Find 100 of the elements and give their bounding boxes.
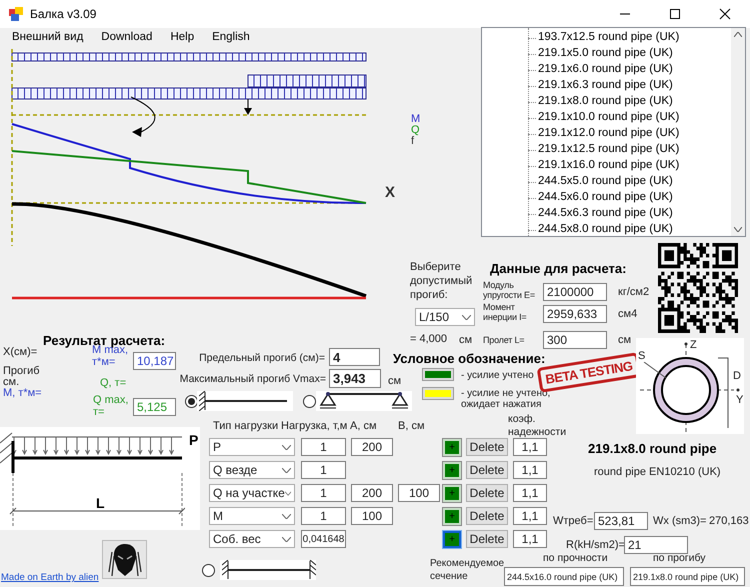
input-field[interactable]: 1 [301,461,346,479]
output-field: 5,125 [133,398,176,416]
input-field[interactable]: 2100000 [543,283,607,301]
unit-label: см [459,334,472,346]
credit-link[interactable]: Made on Earth by alien [1,572,99,583]
result-value: 270,163 [709,515,749,527]
result-label: Q max, т= [93,394,130,418]
qr-code-icon [658,243,738,333]
list-item[interactable]: 219.1x12.5 round pipe (UK) [538,143,680,155]
caret-icon [462,314,471,320]
caret-icon [282,444,291,450]
menu-item[interactable]: Внешний вид [6,31,90,43]
output-field: 244.5x16.0 round pipe (UK) [504,567,624,586]
deflection-select[interactable]: L/150 [415,308,475,326]
deflection-value: = 4,000 [410,333,448,345]
input-field[interactable]: 1,1 [513,530,547,548]
input-field[interactable]: 1,1 [513,438,547,456]
delete-button[interactable]: Delete [466,507,508,525]
list-item[interactable]: 219.1x5.0 round pipe (UK) [538,47,673,59]
axis-label: Y [736,394,744,406]
column-header: коэф. надежности [508,413,568,439]
menu-item[interactable]: Download [95,31,158,43]
input-field[interactable]: 100 [398,484,440,502]
input-field[interactable]: 1,1 [513,484,547,502]
list-item[interactable]: 219.1x8.0 round pipe (UK) [538,95,673,107]
result-label: Прогиб см. [3,366,41,388]
recommend-label: Рекомендуемое сечение [430,557,503,583]
menu-item[interactable]: English [206,31,256,43]
delete-button[interactable]: Delete [466,461,508,479]
input-field[interactable]: 1 [301,438,346,456]
input-field[interactable]: 1 [301,507,346,525]
list-item[interactable]: 219.1x6.0 round pipe (UK) [538,63,673,75]
input-field[interactable]: 200 [351,438,393,456]
radio-button[interactable] [303,395,316,408]
add-button[interactable]: + [443,462,461,479]
unit-label: кг/см2 [618,286,650,298]
add-button[interactable]: + [443,508,461,525]
input-field[interactable]: 1,1 [513,507,547,525]
list-item[interactable]: 219.1x12.0 round pipe (UK) [538,127,680,139]
column-header: А, см [350,420,377,432]
input-field[interactable]: 2959,633 [543,305,607,323]
section-standard: round pipe EN10210 (UK) [594,466,721,478]
axis-label: Z [690,339,697,351]
input-field[interactable]: 1 [301,484,346,502]
caret-icon [282,536,291,542]
load-type-select[interactable]: Q везде [209,461,295,479]
list-item[interactable]: 193.7x12.5 round pipe (UK) [538,31,680,43]
legend-label: M [411,113,420,125]
unit-label: см4 [618,308,638,320]
add-button[interactable]: + [443,531,461,548]
list-item[interactable]: 219.1x6.3 round pipe (UK) [538,79,673,91]
column-header: по прогибу [653,552,706,564]
field-label: Момент инерции I= [483,302,528,322]
fixed-beam-icon [222,560,316,580]
load-type-select[interactable]: P [209,438,295,456]
span-label: L [96,495,105,511]
list-item[interactable]: 219.1x10.0 round pipe (UK) [538,111,680,123]
maximize-icon[interactable] [669,8,681,20]
input-field[interactable]: 200 [351,484,393,502]
legend-label: Q [411,124,420,136]
load-type-select[interactable]: M [209,507,295,525]
radio-button[interactable] [202,564,215,577]
output-field: 3,943 [329,369,381,388]
list-item[interactable]: 219.1x16.0 round pipe (UK) [538,159,680,171]
section-title: Данные для расчета: [490,261,626,276]
load-type-select[interactable]: Соб. вес [209,530,295,548]
list-item[interactable]: 244.5x5.0 round pipe (UK) [538,175,673,187]
input-field[interactable]: 300 [543,331,607,349]
add-button[interactable]: + [443,485,461,502]
result-label: M, т*м= [3,387,42,399]
section-name: 219.1x8.0 round pipe [588,441,717,456]
input-field[interactable]: 0,041648 [301,530,346,548]
delete-button[interactable]: Delete [466,530,508,548]
delete-button[interactable]: Delete [466,484,508,502]
unit-label: см [388,375,402,387]
input-field[interactable]: 1,1 [513,461,547,479]
close-icon[interactable] [719,8,731,20]
list-item[interactable]: 244.5x6.0 round pipe (UK) [538,191,673,203]
output-field: 4 [329,348,380,366]
mask-icon [108,542,142,578]
input-field[interactable]: 100 [351,507,393,525]
add-button[interactable]: + [443,439,461,456]
force-label: P [189,432,198,448]
list-item[interactable]: 244.5x8.0 round pipe (UK) [538,223,673,235]
radio-button[interactable] [185,395,198,408]
output-field: 10,187 [133,352,176,370]
result-label: Q, т= [100,377,126,389]
caret-icon [284,490,291,496]
load-type-select[interactable]: Q на участке [209,484,295,502]
menu-item[interactable]: Help [164,31,200,43]
field-label: Модуль упругости E= [483,280,536,300]
list-item[interactable]: 244.5x6.3 round pipe (UK) [538,207,673,219]
scroll-up-icon [734,32,742,37]
column-header: по прочности [543,552,608,564]
unit-label: см [618,334,632,346]
input-field[interactable]: 21 [624,536,688,554]
delete-button[interactable]: Delete [466,438,508,456]
mask-button[interactable] [102,540,147,579]
window-title: Балка v3.09 [30,7,98,21]
result-label: R(kH/sm2)= [566,539,625,551]
